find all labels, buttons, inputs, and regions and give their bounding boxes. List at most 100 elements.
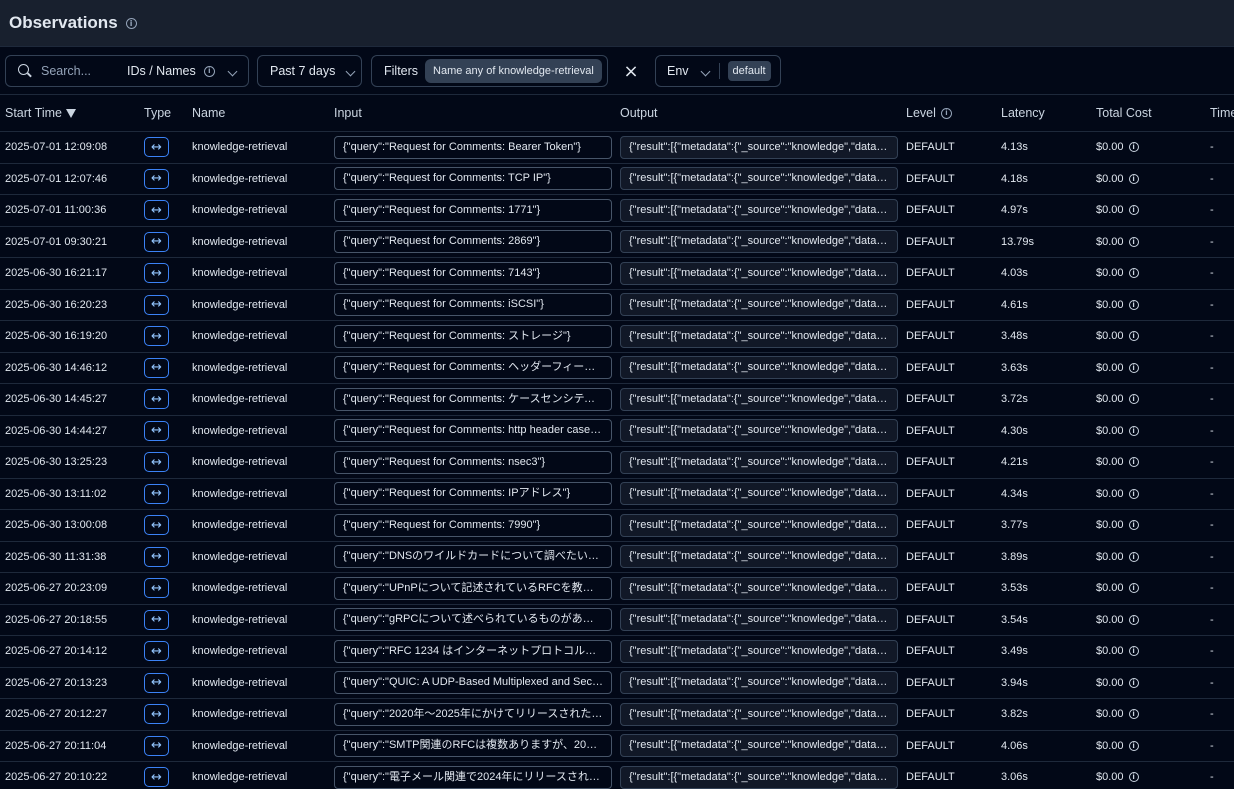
output-preview[interactable]: {"result":[{"metadata":{"_source":"knowl… — [620, 608, 898, 632]
table-row[interactable]: 2025-06-30 13:25:23 ↔ knowledge-retrieval {… — [0, 447, 1234, 479]
info-icon[interactable]: i — [1128, 331, 1139, 342]
info-icon[interactable]: i — [1128, 205, 1139, 216]
output-preview[interactable]: {"result":[{"metadata":{"_source":"knowl… — [620, 482, 898, 506]
name-cell[interactable]: knowledge-retrieval — [192, 479, 327, 510]
input-preview[interactable]: {"query":"UPnPについて記述されているRFCを教えてください"} — [334, 576, 612, 600]
output-preview[interactable]: {"result":[{"metadata":{"_source":"knowl… — [620, 230, 898, 254]
input-preview[interactable]: {"query":"Request for Comments: ヘッダーフィール… — [334, 356, 612, 380]
input-preview[interactable]: {"query":"Request for Comments: IPアドレス"} — [334, 482, 612, 506]
name-cell[interactable]: knowledge-retrieval — [192, 416, 327, 447]
info-icon[interactable]: i — [1128, 457, 1139, 468]
output-preview[interactable]: {"result":[{"metadata":{"_source":"knowl… — [620, 356, 898, 380]
name-cell[interactable]: knowledge-retrieval — [192, 762, 327, 789]
input-preview[interactable]: {"query":"Request for Comments: ストレージ"} — [334, 324, 612, 348]
output-preview[interactable]: {"result":[{"metadata":{"_source":"knowl… — [620, 513, 898, 537]
input-preview[interactable]: {"query":"Request for Comments: 7143"} — [334, 261, 612, 285]
output-preview[interactable]: {"result":[{"metadata":{"_source":"knowl… — [620, 545, 898, 569]
output-preview[interactable]: {"result":[{"metadata":{"_source":"knowl… — [620, 387, 898, 411]
output-preview[interactable]: {"result":[{"metadata":{"_source":"knowl… — [620, 671, 898, 695]
input-preview[interactable]: {"query":"Request for Comments: 2869"} — [334, 230, 612, 254]
date-range-select[interactable]: Past 7 days — [257, 55, 362, 87]
info-icon[interactable]: i — [1128, 362, 1139, 373]
output-preview[interactable]: {"result":[{"metadata":{"_source":"knowl… — [620, 450, 898, 474]
table-row[interactable]: 2025-07-01 12:09:08 ↔ knowledge-retrieval {… — [0, 132, 1234, 164]
name-cell[interactable]: knowledge-retrieval — [192, 227, 327, 258]
info-icon[interactable]: i — [203, 65, 215, 77]
table-row[interactable]: 2025-06-30 16:20:23 ↔ knowledge-retrieval {… — [0, 290, 1234, 321]
input-preview[interactable]: {"query":"Request for Comments: 1771"} — [334, 198, 612, 222]
output-preview[interactable]: {"result":[{"metadata":{"_source":"knowl… — [620, 419, 898, 443]
name-cell[interactable]: knowledge-retrieval — [192, 195, 327, 226]
name-cell[interactable]: knowledge-retrieval — [192, 258, 327, 289]
name-cell[interactable]: knowledge-retrieval — [192, 510, 327, 541]
name-cell[interactable]: knowledge-retrieval — [192, 636, 327, 667]
filter-chip[interactable]: Name any of knowledge-retrieval — [425, 59, 602, 83]
output-preview[interactable]: {"result":[{"metadata":{"_source":"knowl… — [620, 639, 898, 663]
name-cell[interactable]: knowledge-retrieval — [192, 573, 327, 604]
table-row[interactable]: 2025-06-30 13:11:02 ↔ knowledge-retrieval {… — [0, 479, 1234, 510]
search-input[interactable]: Search... — [41, 64, 127, 78]
info-icon[interactable]: i — [1128, 425, 1139, 436]
info-icon[interactable]: i — [1128, 520, 1139, 531]
input-preview[interactable]: {"query":"電子メール関連で2024年にリリースされたRFCについて"} — [334, 765, 612, 789]
info-icon[interactable]: i — [1128, 268, 1139, 279]
name-cell[interactable]: knowledge-retrieval — [192, 290, 327, 321]
name-cell[interactable]: knowledge-retrieval — [192, 321, 327, 352]
table-row[interactable]: 2025-06-30 14:44:27 ↔ knowledge-retrieval {… — [0, 416, 1234, 447]
name-cell[interactable]: knowledge-retrieval — [192, 384, 327, 415]
info-icon[interactable]: i — [1128, 394, 1139, 405]
info-icon[interactable]: i — [125, 17, 137, 29]
column-header-start-time[interactable]: Start Time — [5, 95, 135, 131]
search-box[interactable]: Search... IDs / Names i — [5, 55, 249, 87]
column-header-output[interactable]: Output — [620, 95, 900, 131]
input-preview[interactable]: {"query":"Request for Comments: iSCSI"} — [334, 293, 612, 317]
input-preview[interactable]: {"query":"Request for Comments: TCP IP"} — [334, 167, 612, 191]
input-preview[interactable]: {"query":"Request for Comments: nsec3"} — [334, 450, 612, 474]
table-row[interactable]: 2025-06-30 16:19:20 ↔ knowledge-retrieval {… — [0, 321, 1234, 353]
name-cell[interactable]: knowledge-retrieval — [192, 132, 327, 163]
column-header-latency[interactable]: Latency — [1001, 95, 1091, 131]
input-preview[interactable]: {"query":"SMTP関連のRFCは複数ありますが、2020年～2025年… — [334, 734, 612, 758]
output-preview[interactable]: {"result":[{"metadata":{"_source":"knowl… — [620, 198, 898, 222]
name-cell[interactable]: knowledge-retrieval — [192, 542, 327, 573]
column-header-type[interactable]: Type — [144, 95, 184, 131]
name-cell[interactable]: knowledge-retrieval — [192, 699, 327, 730]
output-preview[interactable]: {"result":[{"metadata":{"_source":"knowl… — [620, 702, 898, 726]
info-icon[interactable]: i — [1128, 488, 1139, 499]
input-preview[interactable]: {"query":"Request for Comments: ケースセンシティ… — [334, 387, 612, 411]
info-icon[interactable]: i — [1128, 646, 1139, 657]
column-header-input[interactable]: Input — [334, 95, 614, 131]
input-preview[interactable]: {"query":"Request for Comments: Bearer T… — [334, 135, 612, 159]
table-row[interactable]: 2025-06-30 14:46:12 ↔ knowledge-retrieval {… — [0, 353, 1234, 384]
output-preview[interactable]: {"result":[{"metadata":{"_source":"knowl… — [620, 167, 898, 191]
table-row[interactable]: 2025-06-27 20:10:22 ↔ knowledge-retrieval {… — [0, 762, 1234, 789]
info-icon[interactable]: i — [1128, 740, 1139, 751]
table-row[interactable]: 2025-06-30 14:45:27 ↔ knowledge-retrieval {… — [0, 384, 1234, 416]
table-row[interactable]: 2025-07-01 11:00:36 ↔ knowledge-retrieval {… — [0, 195, 1234, 227]
name-cell[interactable]: knowledge-retrieval — [192, 668, 327, 699]
info-icon[interactable]: i — [1128, 236, 1139, 247]
table-row[interactable]: 2025-06-27 20:23:09 ↔ knowledge-retrieval {… — [0, 573, 1234, 605]
output-preview[interactable]: {"result":[{"metadata":{"_source":"knowl… — [620, 293, 898, 317]
input-preview[interactable]: {"query":"RFC 1234 はインターネットプロトコルの仕様を定義して… — [334, 639, 612, 663]
column-header-time[interactable]: Time — [1210, 95, 1234, 131]
output-preview[interactable]: {"result":[{"metadata":{"_source":"knowl… — [620, 734, 898, 758]
output-preview[interactable]: {"result":[{"metadata":{"_source":"knowl… — [620, 135, 898, 159]
name-cell[interactable]: knowledge-retrieval — [192, 447, 327, 478]
info-icon[interactable]: i — [1128, 709, 1139, 720]
input-preview[interactable]: {"query":"2020年～2025年にかけてリリースされた中で代表的なもの… — [334, 702, 612, 726]
input-preview[interactable]: {"query":"QUIC: A UDP-Based Multiplexed … — [334, 671, 612, 695]
input-preview[interactable]: {"query":"Request for Comments: http hea… — [334, 419, 612, 443]
filters-button[interactable]: Filters Name any of knowledge-retrieval — [371, 55, 608, 87]
clear-filters-icon[interactable]: × — [614, 55, 648, 87]
name-cell[interactable]: knowledge-retrieval — [192, 731, 327, 762]
table-row[interactable]: 2025-06-27 20:18:55 ↔ knowledge-retrieval {… — [0, 605, 1234, 636]
table-row[interactable]: 2025-06-27 20:12:27 ↔ knowledge-retrieval {… — [0, 699, 1234, 731]
output-preview[interactable]: {"result":[{"metadata":{"_source":"knowl… — [620, 261, 898, 285]
chevron-down-icon[interactable] — [227, 64, 238, 78]
table-row[interactable]: 2025-06-27 20:13:23 ↔ knowledge-retrieval {… — [0, 668, 1234, 699]
table-row[interactable]: 2025-06-30 11:31:38 ↔ knowledge-retrieval {… — [0, 542, 1234, 573]
info-icon[interactable]: i — [1128, 551, 1139, 562]
input-preview[interactable]: {"query":"Request for Comments: 7990"} — [334, 513, 612, 537]
info-icon[interactable]: i — [1128, 299, 1139, 310]
